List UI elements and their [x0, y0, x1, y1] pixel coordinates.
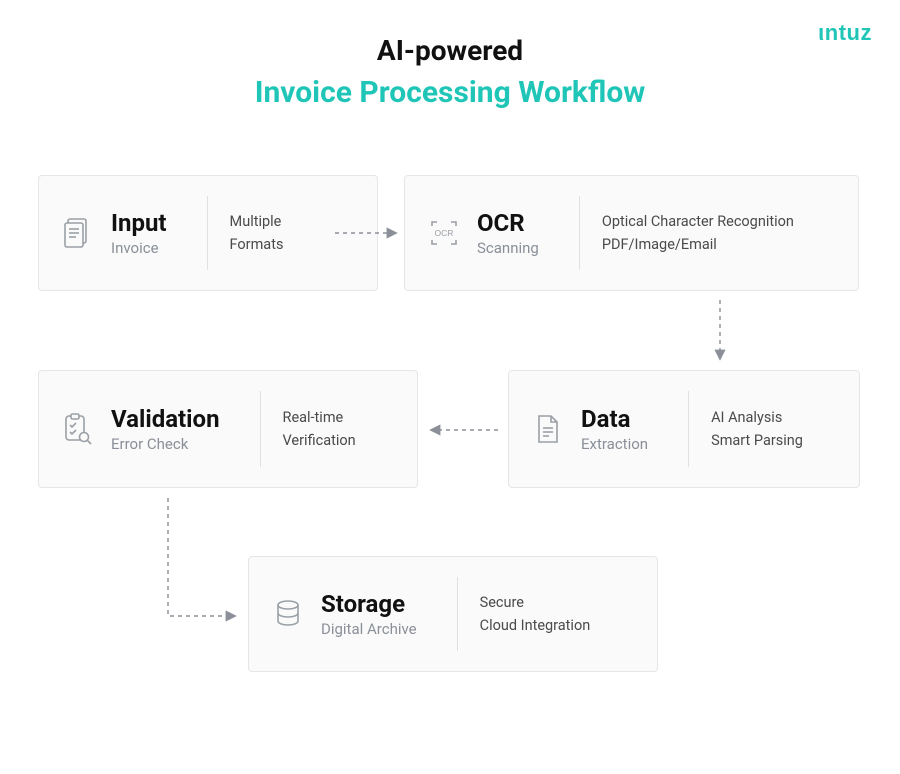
step-detail: Optical Character Recognition PDF/Image/…: [602, 211, 794, 255]
divider: [579, 196, 580, 270]
detail-line: Smart Parsing: [711, 430, 803, 451]
divider: [688, 391, 689, 467]
divider: [260, 391, 261, 467]
arrow-validation-to-storage: [168, 498, 234, 616]
step-subtitle: Extraction: [581, 435, 648, 453]
file-lines-icon: [531, 414, 565, 444]
step-subtitle: Error Check: [111, 435, 220, 453]
database-stack-icon: [271, 599, 305, 629]
step-detail: Real-time Verification: [283, 407, 356, 451]
detail-line: Secure: [480, 592, 591, 613]
step-title: Data: [581, 405, 648, 433]
step-title: Storage: [321, 590, 417, 618]
step-detail: Multiple Formats: [230, 211, 284, 255]
detail-line: Formats: [230, 234, 284, 255]
detail-line: Multiple: [230, 211, 284, 232]
divider: [207, 196, 208, 270]
step-title: Input: [111, 209, 167, 237]
divider: [457, 577, 458, 651]
step-title: Validation: [111, 405, 220, 433]
detail-line: AI Analysis: [711, 407, 803, 428]
step-data: Data Extraction AI Analysis Smart Parsin…: [508, 370, 860, 488]
step-detail: AI Analysis Smart Parsing: [711, 407, 803, 451]
detail-line: Optical Character Recognition: [602, 211, 794, 232]
step-ocr: OCR OCR Scanning Optical Character Recog…: [404, 175, 859, 291]
step-subtitle: Digital Archive: [321, 620, 417, 638]
step-subtitle: Scanning: [477, 239, 539, 257]
ocr-scan-icon: OCR: [427, 218, 461, 248]
diagram-canvas: Input Invoice Multiple Formats OCR OCR S…: [0, 0, 900, 774]
step-title: OCR: [477, 209, 539, 237]
document-icon: [61, 217, 95, 249]
step-validation: Validation Error Check Real-time Verific…: [38, 370, 418, 488]
step-storage: Storage Digital Archive Secure Cloud Int…: [248, 556, 658, 672]
step-detail: Secure Cloud Integration: [480, 592, 591, 636]
detail-line: Cloud Integration: [480, 615, 591, 636]
svg-text:OCR: OCR: [435, 228, 454, 238]
checklist-search-icon: [61, 413, 95, 445]
step-subtitle: Invoice: [111, 239, 167, 257]
detail-line: Verification: [283, 430, 356, 451]
detail-line: PDF/Image/Email: [602, 234, 794, 255]
detail-line: Real-time: [283, 407, 356, 428]
step-input: Input Invoice Multiple Formats: [38, 175, 378, 291]
